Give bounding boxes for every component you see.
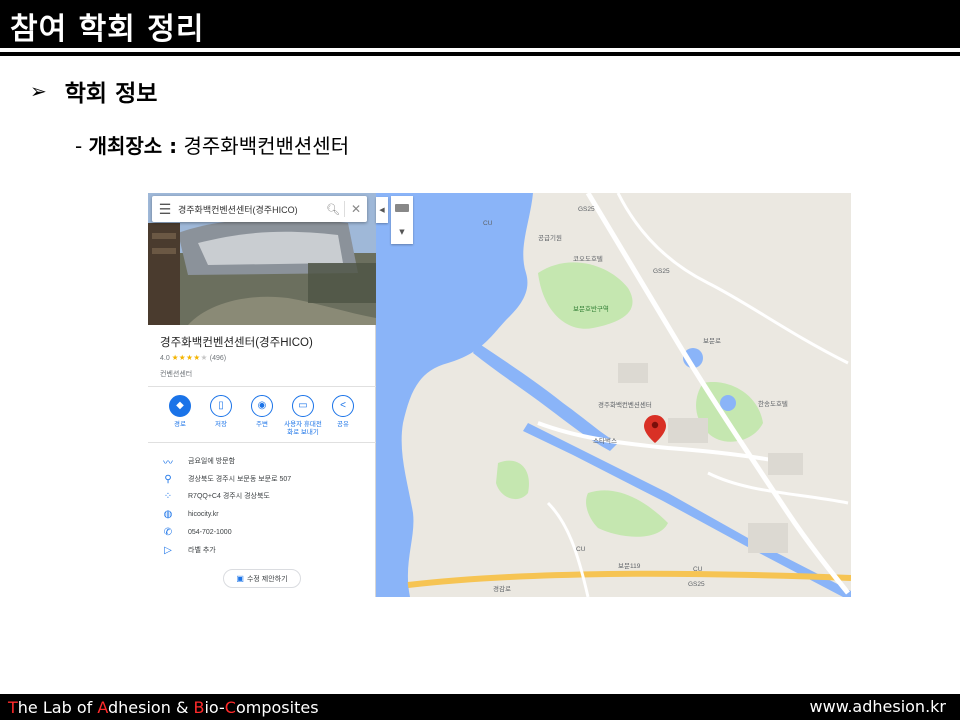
lab-name: The Lab of Adhesion & Bio-Composites xyxy=(8,698,319,717)
map-pin-dot xyxy=(651,421,659,429)
info-text-phone: 054-702-1000 xyxy=(188,528,232,536)
info-text-website: hicocity.kr xyxy=(188,510,219,518)
title-rule xyxy=(0,52,960,56)
edit-icon: ▣ xyxy=(236,574,244,583)
divider-2 xyxy=(148,442,376,443)
slide-title: 참여 학회 정리 xyxy=(10,12,205,47)
suggest-edit-label: 수정 제안하기 xyxy=(246,575,288,583)
building-block-4 xyxy=(768,453,803,475)
map-label-kyeonggam: 경감로 xyxy=(493,584,511,593)
action-share[interactable]: < 공유 xyxy=(322,395,364,429)
close-icon[interactable]: ✕ xyxy=(345,202,367,216)
section-heading: ➢ 학회 정보 xyxy=(30,74,157,108)
bookmark-icon[interactable]: ▯ xyxy=(210,395,232,417)
info-row-plus-code[interactable]: ⁘ R7QQ+C4 경주시 경상북도 xyxy=(148,488,376,504)
action-directions[interactable]: ◆ 경로 xyxy=(159,395,201,429)
venue-value: 경주화백컨밴션센터 xyxy=(183,134,350,158)
website-url[interactable]: www.adhesion.kr xyxy=(810,697,946,716)
action-save[interactable]: ▯ 저장 xyxy=(200,395,242,429)
map-search-box[interactable]: ☰ 경주화백컨벤션센터(경주HICO) 🔍︎ ✕ xyxy=(152,196,367,222)
globe-icon: ◍ xyxy=(163,508,173,520)
info-text-plus-code: R7QQ+C4 경주시 경상북도 xyxy=(188,493,270,500)
footer-bar: The Lab of Adhesion & Bio-Composites www… xyxy=(0,694,960,720)
keyboard-icon[interactable] xyxy=(395,204,409,212)
map-label-starbucks: 스타벅스 xyxy=(593,436,617,445)
map-label-hotel1: 공급기원 xyxy=(538,233,562,242)
place-panel: ☰ 경주화백컨벤션센터(경주HICO) 🔍︎ ✕ 경주화백컨벤션센터(경주HIC… xyxy=(148,193,376,597)
location-pin-icon: ⚲ xyxy=(164,473,172,485)
info-row-address[interactable]: ⚲ 경상북도 경주시 보문동 보문로 507 xyxy=(148,471,376,487)
info-text-label: 라벨 추가 xyxy=(188,547,216,554)
review-count[interactable]: (496) xyxy=(210,355,226,362)
place-type[interactable]: 컨벤션센터 xyxy=(160,369,192,379)
action-label-nearby: 주변 xyxy=(256,421,268,428)
suggest-edit-button[interactable]: ▣ 수정 제안하기 xyxy=(223,569,301,588)
map-label-bomun-road: 보문로 xyxy=(703,337,721,345)
info-row-phone[interactable]: ✆ 054-702-1000 xyxy=(148,524,376,540)
venue-label: 개최장소 : xyxy=(88,134,178,158)
action-label-send: 사용자 휴대전 화로 보내기 xyxy=(284,421,322,437)
popular-times-icon: 〰 xyxy=(163,457,173,469)
pond-2 xyxy=(720,395,736,411)
map-label-cu2: CU xyxy=(576,546,586,553)
action-label-directions: 경로 xyxy=(174,421,186,428)
bullet-arrow-icon: ➢ xyxy=(30,79,47,103)
map-label-gs25-2: GS25 xyxy=(653,268,670,275)
action-label-save: 저장 xyxy=(215,421,227,428)
phone-icon: ✆ xyxy=(163,526,173,538)
label-icon: ▷ xyxy=(164,544,172,556)
rating-value: 4.0 xyxy=(160,355,170,362)
info-text-popular-times: 금요일에 방문함 xyxy=(188,458,236,465)
map-label-cu3: CU xyxy=(693,566,703,573)
info-row-label[interactable]: ▷ 라벨 추가 xyxy=(148,542,376,558)
map-label-hotel3: 한송도호텔 xyxy=(758,400,788,408)
map-label-gs25-3: GS25 xyxy=(688,581,705,588)
building-block-1 xyxy=(618,363,648,383)
map-label-bomun119: 보문119 xyxy=(618,562,641,570)
nearby-icon[interactable]: ◉ xyxy=(251,395,273,417)
venue-line: - 개최장소 : 경주화백컨밴션센터 xyxy=(75,134,350,158)
star-rating-icon: ★★★★★ xyxy=(171,353,208,362)
place-rating[interactable]: 4.0 ★★★★★ (496) xyxy=(160,353,226,362)
directions-icon[interactable]: ◆ xyxy=(169,395,191,417)
action-nearby[interactable]: ◉ 주변 xyxy=(241,395,283,429)
title-bar: 참여 학회 정리 xyxy=(0,0,960,48)
plus-code-icon: ⁘ xyxy=(163,490,173,502)
info-text-address: 경상북도 경주시 보문동 보문로 507 xyxy=(188,476,292,483)
map-label-venue: 경주화백컨벤션센터 xyxy=(598,400,652,409)
action-label-share: 공유 xyxy=(337,421,349,428)
map-screenshot[interactable]: CU GS25 공급기원 코오도호텔 GS25 보문호반구역 보문로 경주화백컨… xyxy=(148,193,851,597)
place-name: 경주화백컨벤션센터(경주HICO) xyxy=(160,337,313,349)
heading-text: 학회 정보 xyxy=(64,81,158,107)
keyboard-layers-control[interactable]: ▼ xyxy=(391,196,413,244)
map-label-hotel2: 코오도호텔 xyxy=(573,255,603,263)
share-icon[interactable]: < xyxy=(332,395,354,417)
map-label-cu1: CU xyxy=(483,220,493,227)
action-send-to-phone[interactable]: ▭ 사용자 휴대전 화로 보내기 xyxy=(280,395,326,438)
map-label-gs25-1: GS25 xyxy=(578,206,595,213)
building-block-3 xyxy=(748,523,788,553)
info-row-website[interactable]: ◍ hicocity.kr xyxy=(148,506,376,522)
map-label-bomun-park: 보문호반구역 xyxy=(573,304,609,313)
chevron-down-icon[interactable]: ▼ xyxy=(391,228,413,236)
hamburger-menu-icon[interactable]: ☰ xyxy=(152,196,178,222)
search-input[interactable]: 경주화백컨벤션센터(경주HICO) xyxy=(178,203,322,216)
search-icon[interactable]: 🔍︎ xyxy=(322,203,344,216)
divider-1 xyxy=(148,386,376,387)
send-to-phone-icon[interactable]: ▭ xyxy=(292,395,314,417)
info-row-popular-times[interactable]: 〰 금요일에 방문함 xyxy=(148,453,376,469)
building-block-2 xyxy=(668,418,708,443)
collapse-panel-button[interactable]: ◀ xyxy=(376,197,388,223)
